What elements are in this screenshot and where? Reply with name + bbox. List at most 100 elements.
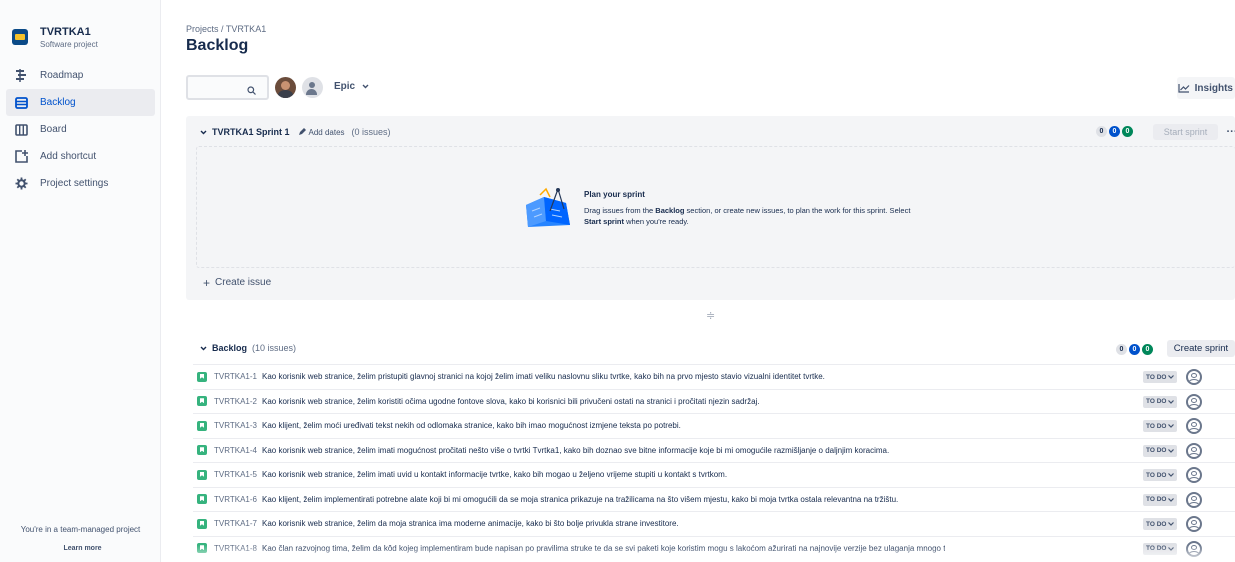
status-dropdown[interactable]: TO DO <box>1143 493 1178 506</box>
gear-icon <box>14 177 28 191</box>
status-label: TO DO <box>1146 520 1167 528</box>
assignee-avatar-icon[interactable] <box>1186 491 1202 508</box>
story-icon <box>197 371 207 382</box>
table-row[interactable]: TVRTKA1-1 Kao korisnik web stranice, želi… <box>193 364 1235 389</box>
epic-filter-label: Epic <box>334 81 356 92</box>
chevron-down-icon[interactable] <box>200 127 207 137</box>
search-input[interactable] <box>186 75 269 100</box>
sidebar-item-roadmap[interactable]: Roadmap <box>6 62 155 89</box>
issue-summary: Kao klijent, želim moći uređivati tekst … <box>261 421 681 431</box>
breadcrumb[interactable]: Projects / TVRTKA1 <box>186 24 266 34</box>
sidebar-item-board[interactable]: Board <box>6 116 155 143</box>
story-icon <box>197 494 207 505</box>
status-badge: 0 <box>1129 344 1140 355</box>
assignee-avatar-icon[interactable] <box>1186 418 1202 434</box>
sidebar-item-backlog[interactable]: Backlog <box>6 89 155 116</box>
team-managed-note: You're in a team-managed project <box>20 525 141 534</box>
sprint-container: TVRTKA1 Sprint 1 Add dates (0 issues) 0 … <box>186 116 1235 300</box>
assignee-avatar-icon[interactable] <box>1186 393 1202 410</box>
assignee-avatar-icon[interactable] <box>1186 467 1202 483</box>
story-icon <box>197 518 207 529</box>
sidebar-item-label: Roadmap <box>40 70 84 81</box>
status-dropdown[interactable]: TO DO <box>1143 395 1178 408</box>
issue-key[interactable]: TVRTKA1-3 <box>214 421 257 430</box>
chevron-down-icon <box>1168 546 1175 551</box>
plan-sprint-illustration <box>526 187 570 227</box>
start-sprint-button[interactable]: Start sprint <box>1153 124 1218 140</box>
assignee-avatar-icon[interactable] <box>1186 369 1202 385</box>
insights-button[interactable]: Insights <box>1177 77 1235 99</box>
status-badge: 0 <box>1122 126 1133 137</box>
project-logo-icon <box>12 29 28 45</box>
sprint-issue-count: (0 issues) <box>351 127 391 137</box>
backlog-header[interactable]: Backlog (10 issues) <box>200 343 296 353</box>
status-label: TO DO <box>1146 496 1167 503</box>
issue-key[interactable]: TVRTKA1-4 <box>214 446 257 455</box>
story-icon <box>197 445 207 456</box>
status-label: TO DO <box>1146 422 1167 430</box>
status-dropdown[interactable]: TO DO <box>1143 444 1178 457</box>
table-row[interactable]: TVRTKA1-6 Kao klijent, želim implementira… <box>193 486 1235 511</box>
project-name: TVRTKA1 <box>40 26 91 38</box>
chevron-down-icon <box>362 81 369 92</box>
status-badge: 0 <box>1096 126 1107 137</box>
status-dropdown[interactable]: TO DO <box>1143 469 1178 481</box>
app: TVRTKA1 Software project Roadmap Backlog <box>0 0 1235 562</box>
create-issue-label: Create issue <box>215 277 272 288</box>
board-icon <box>14 123 28 137</box>
add-dates-button[interactable]: Add dates <box>298 128 345 137</box>
add-people-avatar[interactable] <box>302 77 323 98</box>
table-row[interactable]: TVRTKA1-4 Kao korisnik web stranice, želi… <box>193 437 1235 462</box>
sidebar-item-project-settings[interactable]: Project settings <box>6 170 155 197</box>
more-options-button[interactable]: ··· <box>1222 124 1235 140</box>
sprint-header[interactable]: TVRTKA1 Sprint 1 Add dates (0 issues) <box>200 127 391 137</box>
backlog-icon <box>14 96 28 110</box>
sidebar-item-label: Project settings <box>40 178 109 189</box>
table-row[interactable]: TVRTKA1-7 Kao korisnik web stranice, želi… <box>193 511 1235 536</box>
issue-key[interactable]: TVRTKA1-1 <box>214 372 257 381</box>
issue-summary: Kao korisnik web stranice, želim koristi… <box>261 396 760 406</box>
add-dates-label: Add dates <box>308 127 345 137</box>
learn-more-link[interactable]: Learn more <box>2 543 163 554</box>
issue-key[interactable]: TVRTKA1-2 <box>214 397 257 406</box>
status-dropdown[interactable]: TO DO <box>1143 420 1178 432</box>
issue-key[interactable]: TVRTKA1-8 <box>214 544 257 553</box>
issue-summary: Kao član razvojnog tima, želim da kôd ko… <box>261 543 946 553</box>
roadmap-icon <box>14 69 28 83</box>
plus-icon: + <box>203 275 211 290</box>
issue-key[interactable]: TVRTKA1-7 <box>214 519 257 528</box>
status-badge: 0 <box>1109 126 1120 137</box>
assignee-avatar-icon[interactable] <box>1186 442 1202 459</box>
status-dropdown[interactable]: TO DO <box>1143 518 1178 530</box>
epic-filter-button[interactable]: Epic <box>334 81 369 92</box>
sprint-name: TVRTKA1 Sprint 1 <box>212 127 290 137</box>
create-issue-button[interactable]: + Create issue <box>203 275 272 290</box>
sidebar-nav: Roadmap Backlog Board Add shortcut Proje… <box>6 62 155 197</box>
issue-key[interactable]: TVRTKA1-6 <box>214 495 257 504</box>
avatar[interactable] <box>275 77 296 98</box>
chevron-down-icon[interactable] <box>200 343 207 353</box>
create-sprint-button[interactable]: Create sprint <box>1167 340 1235 357</box>
issue-summary: Kao klijent, želim implementirati potreb… <box>261 494 899 504</box>
assignee-avatar-icon[interactable] <box>1186 516 1202 532</box>
table-row[interactable]: TVRTKA1-3 Kao klijent, želim moći uređiva… <box>193 413 1235 438</box>
chevron-down-icon <box>1168 448 1175 453</box>
drag-handle-icon[interactable]: ≑ <box>706 309 715 322</box>
status-dropdown[interactable]: TO DO <box>1143 542 1178 555</box>
assignee-avatar-icon[interactable] <box>1186 540 1202 557</box>
status-dropdown[interactable]: TO DO <box>1143 371 1178 383</box>
chevron-down-icon <box>1168 497 1175 502</box>
project-header[interactable]: TVRTKA1 Software project <box>12 26 98 50</box>
table-row[interactable]: TVRTKA1-8 Kao član razvojnog tima, želim … <box>193 535 1235 560</box>
sidebar-item-add-shortcut[interactable]: Add shortcut <box>6 143 155 170</box>
story-icon <box>197 396 207 407</box>
table-row[interactable]: TVRTKA1-2 Kao korisnik web stranice, želi… <box>193 388 1235 413</box>
issue-summary: Kao korisnik web stranice, želim pristup… <box>261 372 825 382</box>
backlog-status-badges: 0 0 0 <box>1114 344 1153 355</box>
story-icon <box>197 543 207 554</box>
status-label: TO DO <box>1146 471 1167 479</box>
status-label: TO DO <box>1146 373 1167 381</box>
page-title: Backlog <box>186 37 249 54</box>
table-row[interactable]: TVRTKA1-5 Kao korisnik web stranice, želi… <box>193 462 1235 487</box>
issue-key[interactable]: TVRTKA1-5 <box>214 470 257 479</box>
